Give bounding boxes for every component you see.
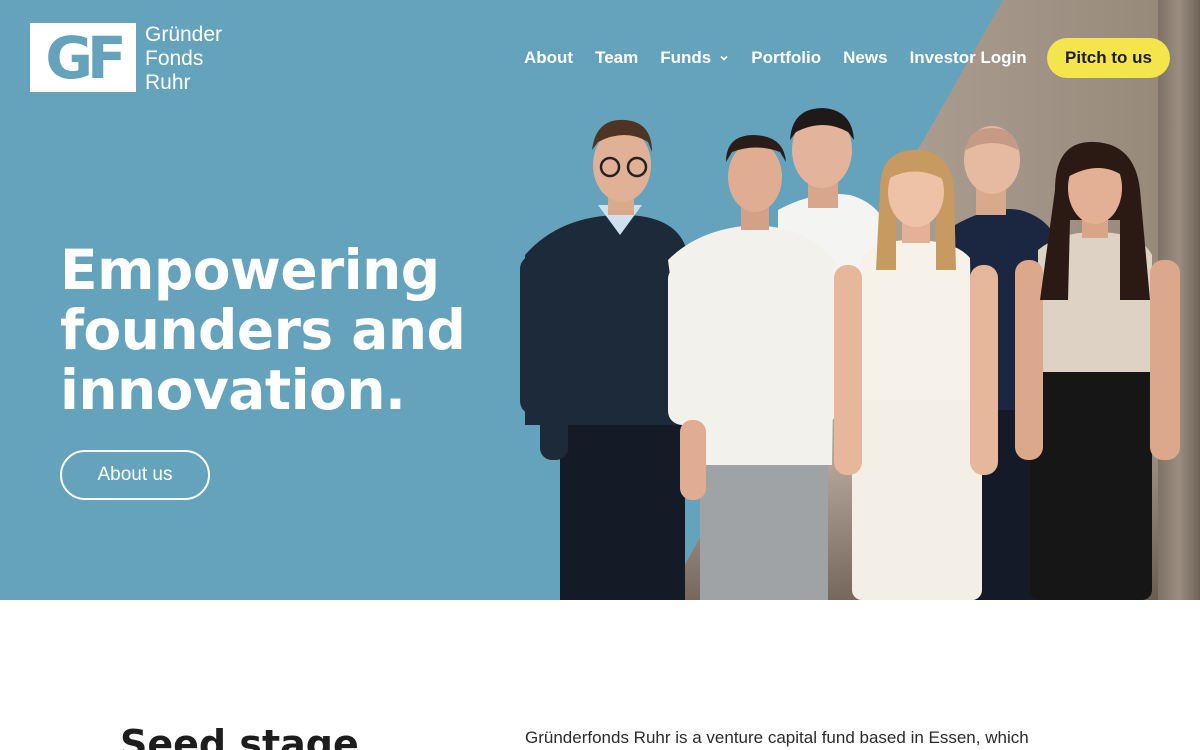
chevron-down-icon — [720, 55, 728, 61]
logo-line-1: Gründer — [145, 23, 223, 46]
main-nav: About Team Funds Portfolio News Investor… — [524, 38, 1049, 78]
logo-mark-box: GF — [30, 23, 136, 92]
team-member-6 — [1015, 141, 1180, 600]
nav-investor-login[interactable]: Investor Login — [910, 48, 1027, 68]
hero-headline: Empowering founders and innovation. — [60, 240, 530, 420]
logo-line-2: Fonds — [145, 47, 204, 70]
about-us-button[interactable]: About us — [60, 450, 210, 500]
nav-funds-label: Funds — [660, 48, 712, 67]
nav-news[interactable]: News — [843, 48, 887, 68]
nav-team[interactable]: Team — [595, 48, 638, 68]
nav-funds[interactable]: Funds — [660, 48, 729, 68]
nav-about[interactable]: About — [524, 48, 573, 68]
pitch-to-us-button[interactable]: Pitch to us — [1047, 38, 1170, 78]
intro-title: Seed stage — [120, 722, 359, 750]
hero-headline-line-1: Empowering — [60, 238, 440, 302]
logo-wordmark: Gründer Fonds Ruhr — [145, 23, 222, 95]
gfr-logo[interactable]: GF Gründer Fonds Ruhr — [30, 23, 222, 95]
hero-headline-line-3: innovation. — [60, 358, 406, 422]
nav-portfolio[interactable]: Portfolio — [751, 48, 821, 68]
hero-section: GF Gründer Fonds Ruhr About Team Funds P… — [0, 0, 1200, 600]
logo-mark: GF — [45, 23, 126, 92]
logo-line-3: Ruhr — [145, 71, 191, 94]
team-member-1 — [520, 119, 688, 600]
hero-headline-line-2: founders and — [60, 298, 466, 362]
intro-text: Gründerfonds Ruhr is a venture capital f… — [525, 728, 1029, 747]
